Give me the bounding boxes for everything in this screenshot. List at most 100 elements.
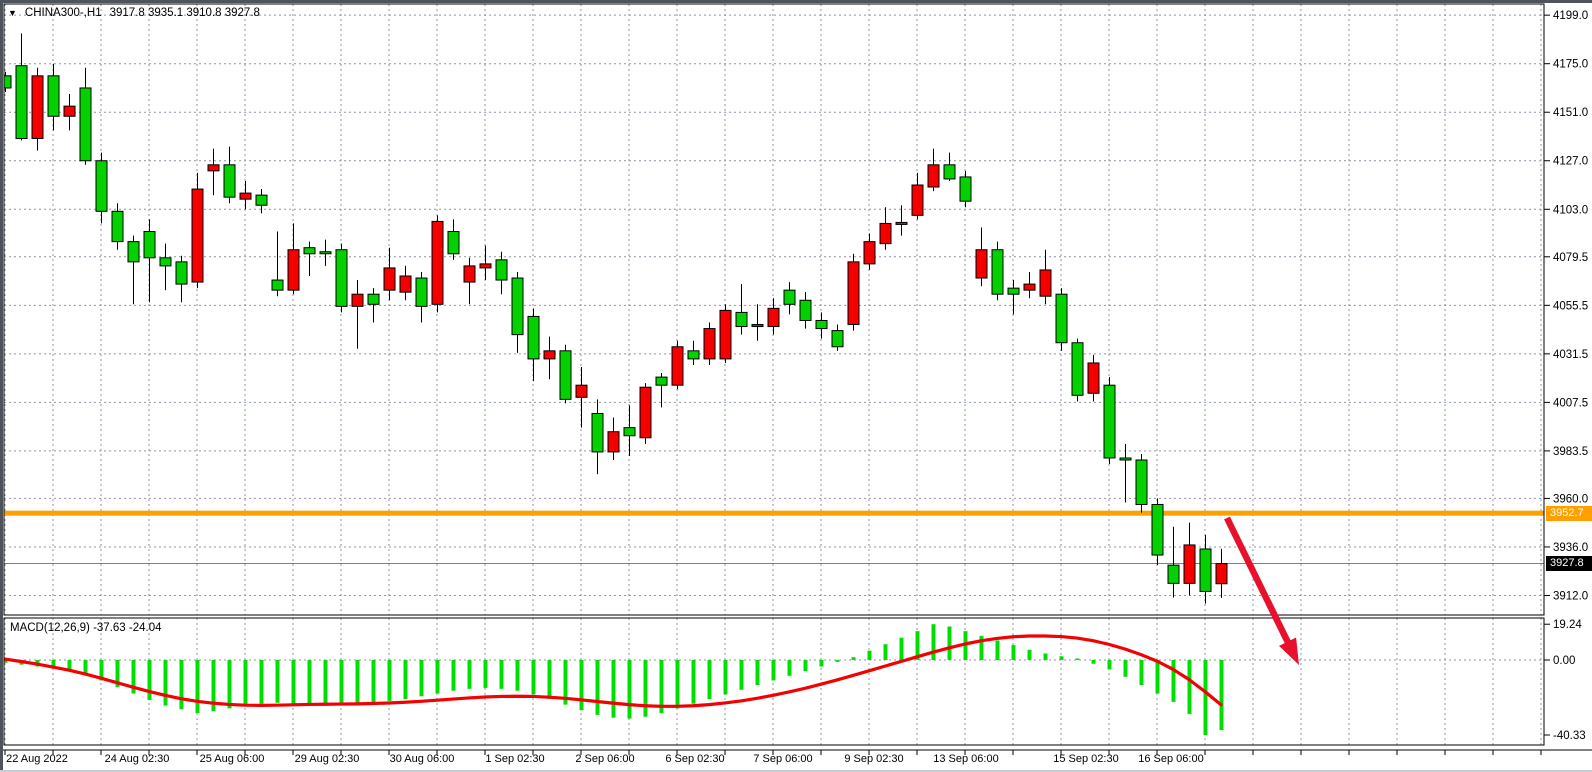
- candle: [800, 300, 811, 320]
- trend-arrow-shaft[interactable]: [1227, 518, 1291, 649]
- candle: [848, 262, 859, 325]
- macd-histogram-bar: [308, 660, 312, 705]
- macd-histogram-bar: [788, 660, 792, 676]
- price-axis-label: 4079.5: [1553, 252, 1588, 264]
- candle: [176, 262, 187, 284]
- candle: [992, 250, 1003, 294]
- chart-title-bar: ▼ CHINA300-,H1 3917.8 3935.1 3910.8 3927…: [8, 7, 260, 19]
- macd-histogram-bar: [532, 660, 536, 694]
- candle: [288, 250, 299, 290]
- price-axis-label: 4175.0: [1553, 59, 1588, 71]
- price-axis-label: 4103.0: [1553, 204, 1588, 216]
- candle: [352, 294, 363, 306]
- macd-histogram-bar: [1124, 660, 1128, 677]
- macd-histogram-bar: [580, 660, 584, 710]
- horizontal-level-line[interactable]: [4, 511, 1544, 516]
- candle: [1056, 294, 1067, 343]
- candle: [1168, 565, 1179, 583]
- macd-histogram-bar: [628, 660, 632, 719]
- price-axis-label: 3960.0: [1553, 493, 1588, 505]
- macd-histogram-bar: [228, 660, 232, 708]
- candle: [672, 347, 683, 385]
- macd-histogram-bar: [1092, 660, 1096, 664]
- macd-histogram-bar: [1028, 650, 1032, 660]
- candle: [80, 88, 91, 161]
- macd-axis-label: 0.00: [1553, 655, 1575, 667]
- candle: [688, 351, 699, 359]
- macd-histogram-bar: [436, 660, 440, 693]
- macd-histogram-bar: [404, 660, 408, 699]
- candle: [272, 280, 283, 290]
- macd-histogram-bar: [884, 644, 888, 660]
- price-pane[interactable]: [0, 4, 1544, 615]
- macd-histogram-bar: [452, 660, 456, 691]
- candle: [784, 290, 795, 304]
- candle: [864, 242, 875, 264]
- candle: [544, 351, 555, 359]
- candle: [912, 185, 923, 215]
- candle: [608, 432, 619, 452]
- price-axis-label: 3936.0: [1553, 542, 1588, 554]
- candle: [1152, 504, 1163, 555]
- candle: [896, 222, 907, 224]
- candle: [304, 248, 315, 254]
- macd-histogram-bar: [500, 660, 504, 689]
- candle: [1072, 343, 1083, 396]
- macd-histogram-bar: [388, 660, 392, 701]
- candle: [592, 413, 603, 451]
- time-axis-label: 13 Sep 06:00: [906, 753, 1026, 765]
- candle: [528, 316, 539, 358]
- price-axis-label: 3983.5: [1553, 446, 1588, 458]
- macd-histogram-bar: [756, 660, 760, 685]
- macd-histogram-bar: [676, 660, 680, 708]
- candle: [1136, 460, 1147, 504]
- candle: [1184, 545, 1195, 583]
- macd-pane[interactable]: [4, 618, 1545, 745]
- time-axis-label: 16 Sep 06:00: [1111, 753, 1231, 765]
- macd-histogram-bar: [852, 657, 856, 660]
- macd-histogram-bar: [1108, 660, 1112, 669]
- symbol-dropdown-icon[interactable]: ▼: [8, 9, 17, 18]
- macd-histogram-bar: [340, 660, 344, 705]
- price-axis-label: 4127.0: [1553, 156, 1588, 168]
- candle: [832, 331, 843, 347]
- macd-histogram-bar: [180, 660, 184, 709]
- candle: [976, 250, 987, 278]
- price-axis-label: 4031.5: [1553, 349, 1588, 361]
- candle: [16, 66, 27, 139]
- bid-price-badge: 3927.8: [1546, 556, 1592, 571]
- candle: [32, 76, 43, 139]
- candle: [240, 193, 251, 199]
- candle: [576, 385, 587, 397]
- macd-histogram-bar: [692, 660, 696, 704]
- macd-indicator-label: MACD(12,26,9) -37.63 -24.04: [10, 622, 162, 634]
- candle: [1104, 385, 1115, 458]
- candle: [1200, 549, 1211, 591]
- candle: [1024, 284, 1035, 290]
- macd-pane-frame: [4, 618, 1544, 745]
- candle: [720, 310, 731, 359]
- price-axis-label: 3912.0: [1553, 590, 1588, 602]
- macd-histogram-bar: [708, 660, 712, 699]
- macd-axis-label: -40.33: [1553, 730, 1586, 742]
- macd-histogram-bar: [276, 660, 280, 703]
- candle: [704, 329, 715, 359]
- candle: [480, 264, 491, 268]
- candle: [1088, 363, 1099, 393]
- candle: [560, 351, 571, 400]
- macd-histogram-bar: [932, 624, 936, 660]
- macd-histogram-bar: [372, 660, 376, 703]
- candle: [336, 250, 347, 307]
- candle: [96, 161, 107, 212]
- macd-histogram-bar: [324, 660, 328, 706]
- candle: [384, 268, 395, 290]
- candle: [656, 377, 667, 385]
- chart-canvas[interactable]: 4199.04175.04151.04127.04103.04079.54055…: [0, 0, 1592, 772]
- macd-histogram-bar: [484, 660, 488, 688]
- macd-histogram-bar: [1012, 645, 1016, 660]
- macd-histogram-bar: [900, 638, 904, 660]
- candle: [320, 252, 331, 254]
- trend-arrow-head[interactable]: [1279, 637, 1299, 665]
- candle: [448, 232, 459, 254]
- price-axis-label: 4151.0: [1553, 107, 1588, 119]
